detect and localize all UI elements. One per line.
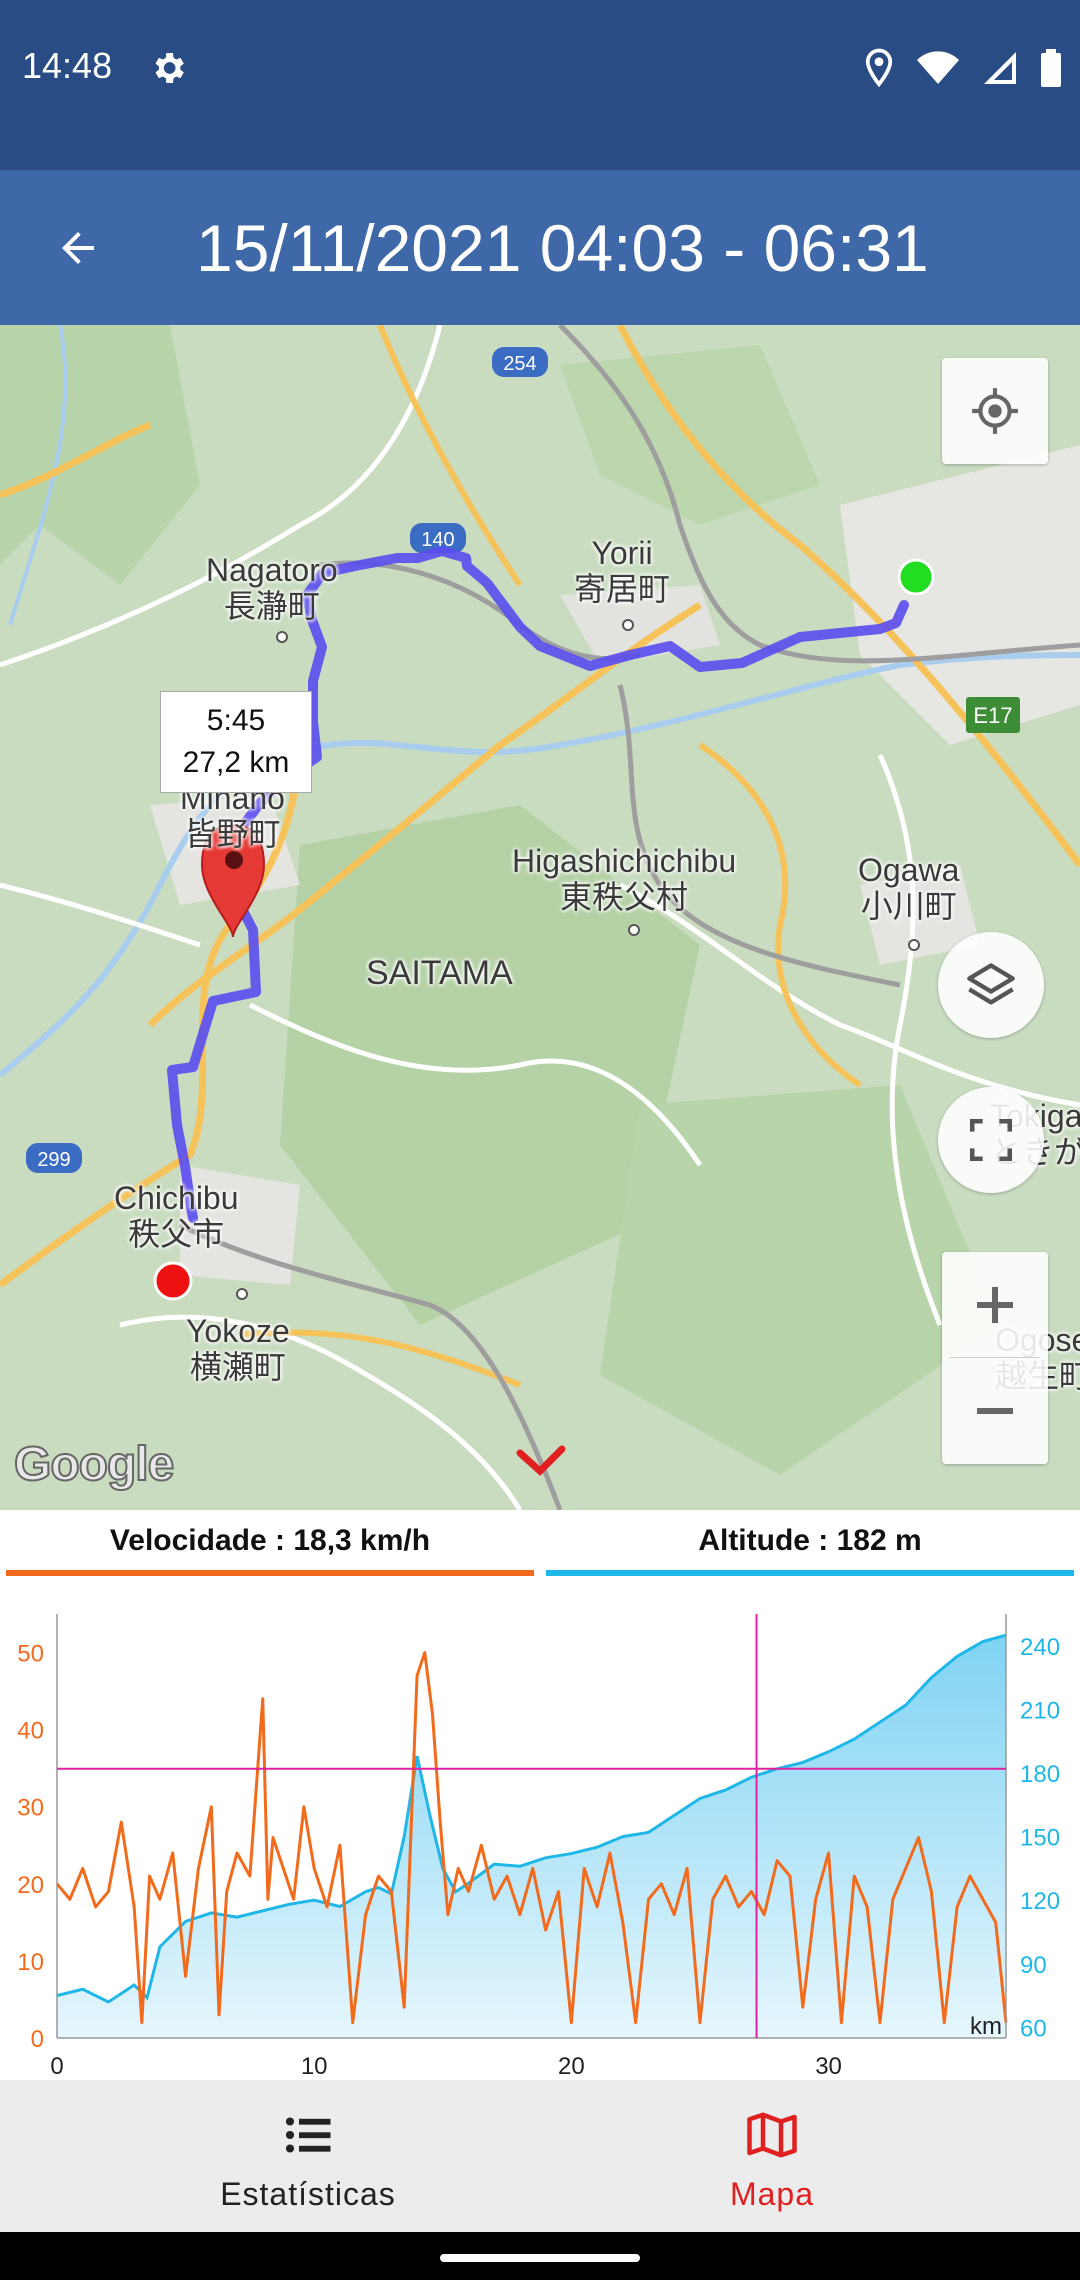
x-unit-label: km [970, 2013, 1002, 2040]
altitude-area [57, 1635, 1006, 2038]
right-tick-label: 180 [1020, 1761, 1060, 1788]
map-label-nagatoro: Nagatoro 長瀞町 [206, 552, 338, 624]
layers-icon [967, 963, 1015, 1005]
x-tick-label: 30 [815, 2053, 842, 2080]
svg-text:254: 254 [503, 353, 536, 375]
left-tick-label: 20 [17, 1872, 44, 1899]
right-tick-label: 60 [1020, 2015, 1047, 2042]
nav-label-map: Mapa [729, 2176, 815, 2212]
map-label-ogawa: Ogawa 小川町 [858, 852, 960, 924]
right-tick-label: 150 [1020, 1825, 1060, 1852]
x-tick-label: 10 [301, 2053, 328, 2080]
nav-item-statistics[interactable]: Estatísticas [38, 2080, 578, 2232]
status-time: 14:48 [22, 45, 113, 86]
end-marker [153, 1261, 193, 1301]
my-location-button[interactable] [942, 358, 1048, 464]
left-tick-label: 40 [17, 1718, 44, 1745]
x-tick-label: 0 [50, 2053, 63, 2080]
map-label-yokoze: Yokoze 横瀬町 [186, 1313, 290, 1385]
start-marker [897, 558, 935, 596]
altitude-underline [546, 1570, 1074, 1576]
layers-button[interactable] [938, 932, 1044, 1038]
tab-speed[interactable]: Velocidade : 18,3 km/h [6, 1524, 534, 1576]
road-shield-e17: E17 [966, 697, 1020, 733]
speed-underline [6, 1570, 534, 1576]
left-tick-label: 30 [17, 1795, 44, 1822]
google-logo: Google [13, 1437, 175, 1492]
back-button[interactable] [40, 210, 116, 286]
tooltip-time: 5:45 [206, 704, 266, 737]
right-tick-label: 210 [1020, 1697, 1060, 1724]
speed-label: Velocidade : 18,3 km/h [109, 1524, 431, 1557]
list-icon [285, 2117, 331, 2153]
map-label-yorii: Yorii 寄居町 [574, 535, 671, 607]
wifi-icon [917, 51, 959, 84]
chart-svg: 0 10 20 30 40 50 60 90 120 150 180 210 240 0 10 20 30 km [17, 1614, 1060, 2080]
map-label-saitama: SAITAMA [366, 954, 513, 992]
status-bar: 14:48 [0, 0, 1080, 170]
metric-tabs: Velocidade : 18,3 km/h Altitude : 182 m [0, 1510, 1080, 1576]
signal-icon [984, 52, 1016, 84]
fullscreen-icon [969, 1118, 1013, 1162]
app-bar: 15/11/2021 04:03 - 06:31 [0, 170, 1080, 325]
svg-text:299: 299 [37, 1149, 70, 1171]
tab-altitude[interactable]: Altitude : 182 m [546, 1524, 1074, 1576]
elevation-speed-chart[interactable]: 0 10 20 30 40 50 60 90 120 150 180 210 240 0 10 20 30 km [0, 1596, 1080, 2080]
road-shield-299: 299 [26, 1143, 82, 1173]
nav-label-statistics: Estatísticas [220, 2176, 396, 2212]
page-title: 15/11/2021 04:03 - 06:31 [196, 211, 929, 285]
fullscreen-button[interactable] [938, 1087, 1044, 1193]
gesture-bar [0, 2232, 1080, 2280]
gear-icon [155, 53, 184, 83]
tooltip-distance: 27,2 km [182, 746, 290, 779]
minus-icon [977, 1408, 1013, 1414]
left-tick-label: 0 [31, 2026, 44, 2053]
plus-icon [977, 1287, 1013, 1323]
right-tick-label: 120 [1020, 1888, 1060, 1915]
right-tick-label: 240 [1020, 1634, 1060, 1661]
arrow-left-icon [62, 232, 94, 264]
map-label-chichibu: Chichibu 秩父市 [114, 1180, 239, 1252]
zoom-in-button[interactable] [942, 1252, 1048, 1358]
svg-text:E17: E17 [973, 703, 1012, 728]
map-icon [747, 2112, 797, 2158]
road-shield-254: 254 [492, 347, 548, 377]
x-tick-label: 20 [558, 2053, 585, 2080]
map-label-higashichichibu: Higashichichibu 東秩父村 [512, 843, 737, 915]
bottom-navigation: Estatísticas Mapa [0, 2080, 1080, 2232]
map-view[interactable]: 254 140 299 E17 Nagatoro 長瀞町 Yorii 寄居町 M… [0, 325, 1080, 1510]
battery-icon [1041, 49, 1061, 87]
zoom-controls [942, 1252, 1048, 1464]
nav-item-map[interactable]: Mapa [502, 2080, 1042, 2232]
home-indicator[interactable] [440, 2254, 640, 2262]
zoom-out-button[interactable] [942, 1358, 1048, 1464]
position-tooltip: 5:45 27,2 km [160, 691, 312, 793]
crosshair-icon [972, 388, 1018, 434]
location-icon [865, 48, 893, 88]
right-tick-label: 90 [1020, 1952, 1047, 1979]
altitude-label: Altitude : 182 m [698, 1524, 922, 1557]
left-tick-label: 50 [17, 1641, 44, 1668]
left-tick-label: 10 [17, 1949, 44, 1976]
status-icons [864, 46, 1062, 90]
